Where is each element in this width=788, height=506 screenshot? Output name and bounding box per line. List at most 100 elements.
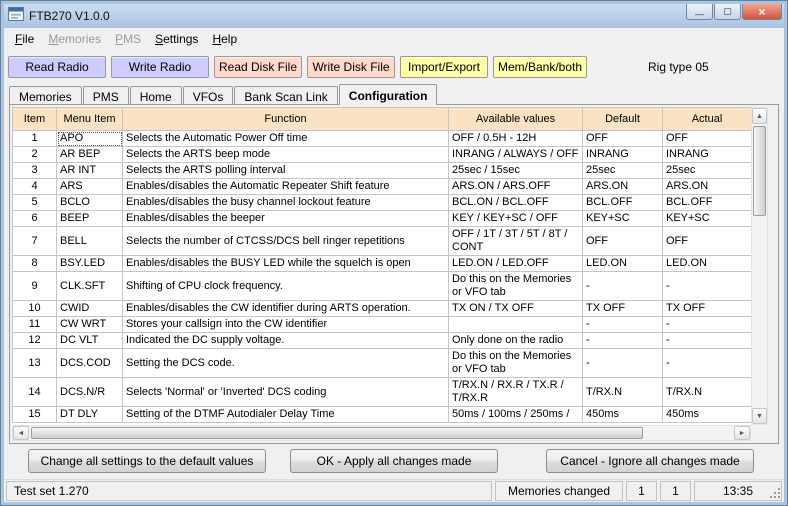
table-cell[interactable] — [449, 317, 583, 333]
table-cell[interactable]: 450ms — [663, 407, 752, 423]
table-cell[interactable]: TX OFF — [583, 301, 663, 317]
table-cell[interactable]: DCS.COD — [57, 349, 123, 378]
table-cell[interactable]: 12 — [13, 333, 57, 349]
minimize-button[interactable]: — — [686, 4, 713, 20]
table-cell[interactable]: OFF — [583, 227, 663, 256]
table-cell[interactable]: KEY / KEY+SC / OFF — [449, 211, 583, 227]
table-cell[interactable]: 10 — [13, 301, 57, 317]
table-cell[interactable]: OFF — [663, 131, 752, 147]
read-disk-file-button[interactable]: Read Disk File — [214, 56, 302, 78]
table-cell[interactable]: ARS.ON — [583, 179, 663, 195]
table-cell[interactable]: ARS — [57, 179, 123, 195]
table-row[interactable]: 15DT DLYSetting of the DTMF Autodialer D… — [13, 407, 752, 423]
table-row[interactable]: 1APOSelects the Automatic Power Off time… — [13, 131, 752, 147]
scroll-up-button[interactable]: ▲ — [752, 108, 767, 124]
table-cell[interactable]: OFF / 0.5H - 12H — [449, 131, 583, 147]
table-row[interactable]: 3AR INTSelects the ARTS polling interval… — [13, 163, 752, 179]
table-cell[interactable]: - — [663, 333, 752, 349]
table-cell[interactable]: - — [583, 272, 663, 301]
table-cell[interactable]: Enables/disables the CW identifier durin… — [123, 301, 449, 317]
table-cell[interactable]: OFF — [583, 131, 663, 147]
table-cell[interactable]: 1 — [13, 131, 57, 147]
table-cell[interactable]: Enables/disables the BUSY LED while the … — [123, 256, 449, 272]
table-cell[interactable]: APO — [57, 131, 123, 147]
table-cell[interactable]: 25sec — [583, 163, 663, 179]
table-cell[interactable]: CLK.SFT — [57, 272, 123, 301]
table-cell[interactable]: Stores your callsign into the CW identif… — [123, 317, 449, 333]
table-cell[interactable]: LED.ON — [663, 256, 752, 272]
scroll-down-button[interactable]: ▼ — [752, 408, 767, 424]
table-row[interactable]: 9CLK.SFTShifting of CPU clock frequency.… — [13, 272, 752, 301]
tab-memories[interactable]: Memories — [9, 86, 82, 105]
table-cell[interactable]: Selects the number of CTCSS/DCS bell rin… — [123, 227, 449, 256]
table-cell[interactable]: BCL.ON / BCL.OFF — [449, 195, 583, 211]
table-cell[interactable]: Enables/disables the Automatic Repeater … — [123, 179, 449, 195]
table-cell[interactable]: 15 — [13, 407, 57, 423]
table-cell[interactable]: BSY.LED — [57, 256, 123, 272]
table-cell[interactable]: Selects the ARTS beep mode — [123, 147, 449, 163]
table-cell[interactable]: KEY+SC — [583, 211, 663, 227]
table-cell[interactable]: INRANG — [583, 147, 663, 163]
table-row[interactable]: 8BSY.LEDEnables/disables the BUSY LED wh… — [13, 256, 752, 272]
ok-apply-button[interactable]: OK - Apply all changes made — [290, 449, 498, 473]
table-row[interactable]: 10CWIDEnables/disables the CW identifier… — [13, 301, 752, 317]
table-row[interactable]: 4ARSEnables/disables the Automatic Repea… — [13, 179, 752, 195]
table-cell[interactable]: INRANG / ALWAYS / OFF — [449, 147, 583, 163]
table-cell[interactable]: LED.ON / LED.OFF — [449, 256, 583, 272]
table-cell[interactable]: 4 — [13, 179, 57, 195]
table-cell[interactable]: - — [663, 317, 752, 333]
cancel-button[interactable]: Cancel - Ignore all changes made — [546, 449, 754, 473]
table-cell[interactable]: Selects the Automatic Power Off time — [123, 131, 449, 147]
table-cell[interactable]: BCL.OFF — [663, 195, 752, 211]
table-cell[interactable]: Enables/disables the beeper — [123, 211, 449, 227]
table-row[interactable]: 5BCLOEnables/disables the busy channel l… — [13, 195, 752, 211]
table-cell[interactable]: Do this on the Memories or VFO tab — [449, 272, 583, 301]
scroll-right-button[interactable]: ► — [734, 426, 750, 440]
table-cell[interactable]: T/RX.N — [663, 378, 752, 407]
mem-bank-both-button[interactable]: Mem/Bank/both — [493, 56, 587, 78]
maximize-button[interactable]: ▢ — [714, 4, 741, 20]
table-row[interactable]: 12DC VLTIndicated the DC supply voltage.… — [13, 333, 752, 349]
table-cell[interactable]: BELL — [57, 227, 123, 256]
table-cell[interactable]: - — [663, 349, 752, 378]
table-cell[interactable]: 50ms / 100ms / 250ms / — [449, 407, 583, 423]
scroll-left-button[interactable]: ◄ — [13, 426, 29, 440]
title-bar[interactable]: FTB270 V1.0.0 — ▢ × — [4, 4, 784, 28]
table-row[interactable]: 6BEEPEnables/disables the beeperKEY / KE… — [13, 211, 752, 227]
table-cell[interactable]: AR INT — [57, 163, 123, 179]
table-cell[interactable]: 7 — [13, 227, 57, 256]
table-cell[interactable]: Selects 'Normal' or 'Inverted' DCS codin… — [123, 378, 449, 407]
table-cell[interactable]: 14 — [13, 378, 57, 407]
tab-vfos[interactable]: VFOs — [183, 86, 234, 105]
table-cell[interactable]: Setting the DCS code. — [123, 349, 449, 378]
table-cell[interactable]: AR BEP — [57, 147, 123, 163]
table-cell[interactable]: DCS.N/R — [57, 378, 123, 407]
table-cell[interactable]: TX ON / TX OFF — [449, 301, 583, 317]
table-cell[interactable]: BCL.OFF — [583, 195, 663, 211]
table-cell[interactable]: T/RX.N — [583, 378, 663, 407]
menu-file[interactable]: File — [8, 29, 41, 49]
horizontal-scroll-thumb[interactable] — [31, 427, 643, 439]
table-cell[interactable]: LED.ON — [583, 256, 663, 272]
table-cell[interactable]: 9 — [13, 272, 57, 301]
table-cell[interactable]: Enables/disables the busy channel lockou… — [123, 195, 449, 211]
close-button[interactable]: × — [742, 4, 782, 20]
write-radio-button[interactable]: Write Radio — [111, 56, 209, 78]
table-cell[interactable]: 6 — [13, 211, 57, 227]
table-cell[interactable]: CW WRT — [57, 317, 123, 333]
tab-configuration[interactable]: Configuration — [339, 84, 438, 105]
table-cell[interactable]: 25sec — [663, 163, 752, 179]
table-cell[interactable]: - — [583, 317, 663, 333]
table-cell[interactable]: 2 — [13, 147, 57, 163]
table-cell[interactable]: Setting of the DTMF Autodialer Delay Tim… — [123, 407, 449, 423]
table-cell[interactable]: Shifting of CPU clock frequency. — [123, 272, 449, 301]
tab-bank-scan-link[interactable]: Bank Scan Link — [234, 86, 337, 105]
table-cell[interactable]: ARS.ON / ARS.OFF — [449, 179, 583, 195]
table-cell[interactable]: BCLO — [57, 195, 123, 211]
horizontal-scrollbar[interactable]: ◄ ► — [12, 425, 751, 441]
defaults-button[interactable]: Change all settings to the default value… — [28, 449, 266, 473]
table-row[interactable]: 2AR BEPSelects the ARTS beep modeINRANG … — [13, 147, 752, 163]
table-cell[interactable]: 11 — [13, 317, 57, 333]
table-cell[interactable]: 450ms — [583, 407, 663, 423]
table-cell[interactable]: T/RX.N / RX.R / TX.R / T/RX.R — [449, 378, 583, 407]
